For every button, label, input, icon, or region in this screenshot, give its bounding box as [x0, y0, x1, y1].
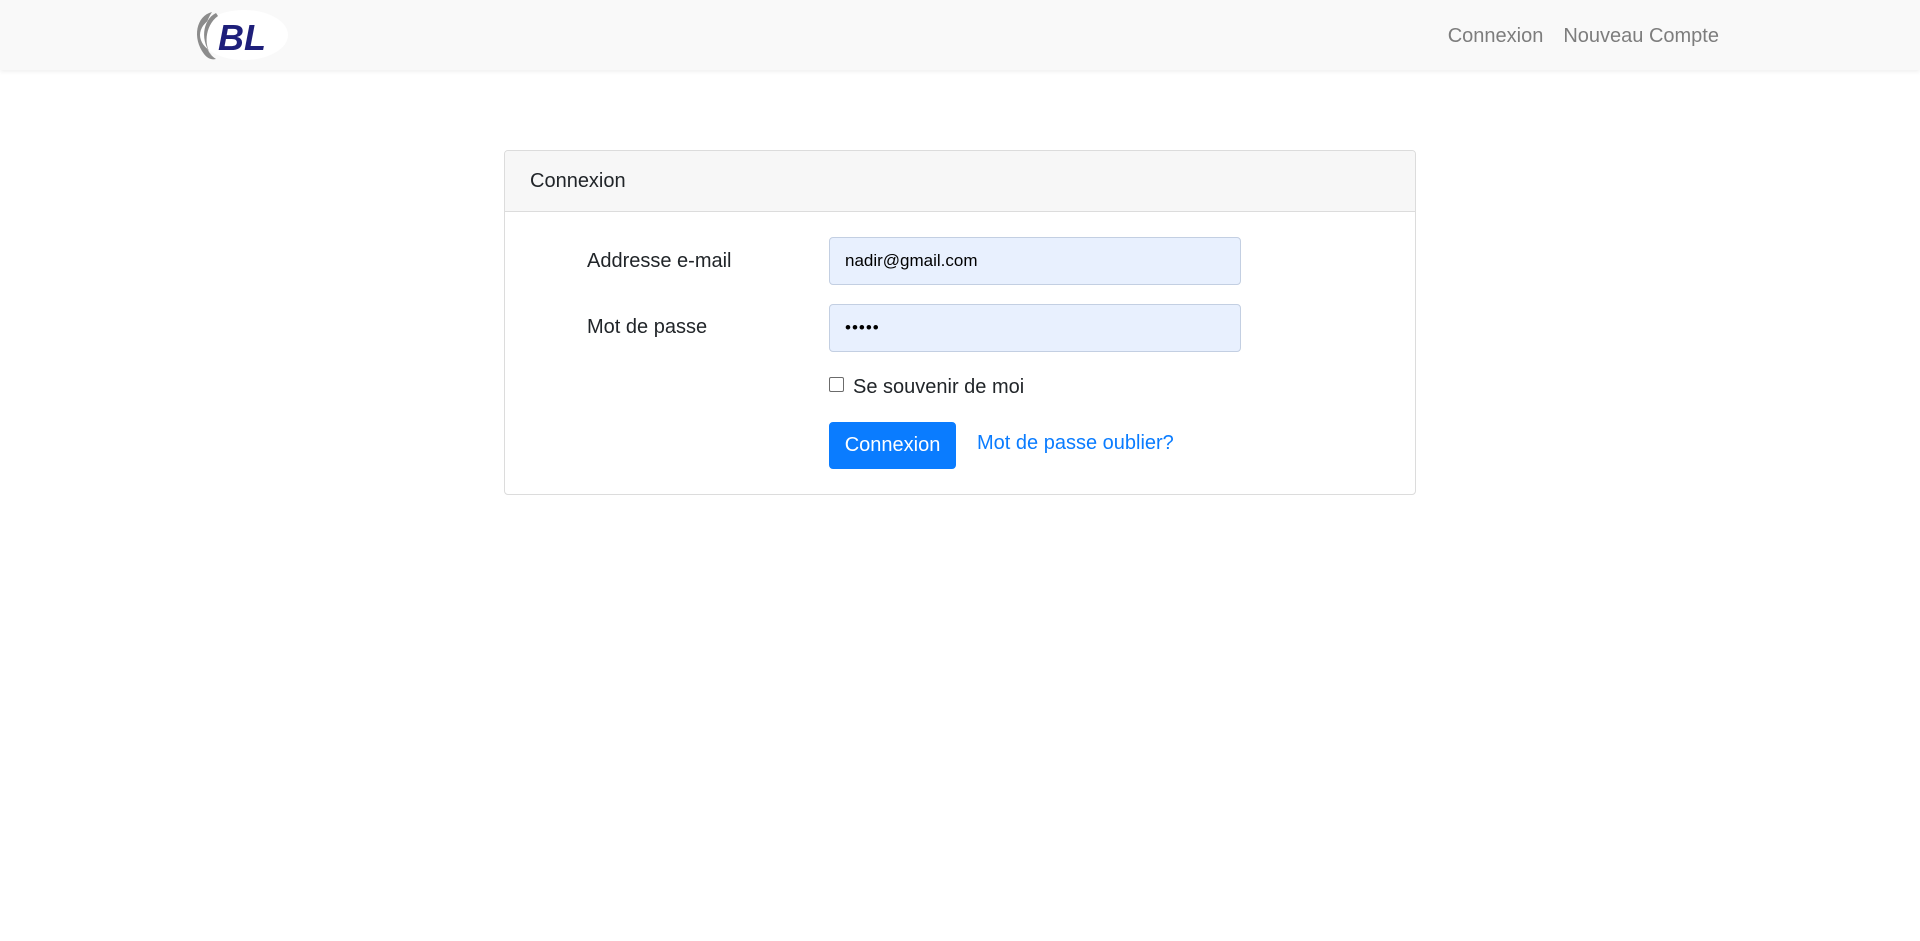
nav-links: Connexion Nouveau Compte	[1448, 22, 1719, 50]
login-card-header: Connexion	[505, 151, 1415, 212]
forgot-password-link[interactable]: Mot de passe oublier?	[977, 432, 1174, 455]
remember-me-row: Se souvenir de moi	[829, 373, 1024, 401]
remember-me-checkbox[interactable]	[829, 376, 844, 392]
bl-logo-icon: BL	[197, 10, 288, 60]
brand-logo-link[interactable]: BL	[192, 8, 292, 62]
nav-link-nouveau-compte[interactable]: Nouveau Compte	[1563, 22, 1719, 50]
password-label: Mot de passe	[587, 316, 708, 338]
email-input[interactable]	[829, 237, 1241, 285]
nav-link-connexion[interactable]: Connexion	[1448, 22, 1544, 50]
top-navbar: BL Connexion Nouveau Compte	[0, 0, 1920, 70]
password-input[interactable]	[829, 304, 1241, 352]
login-card: Connexion Addresse e-mail Mot de passe S…	[504, 150, 1416, 495]
remember-me-label[interactable]: Se souvenir de moi	[853, 376, 1024, 399]
logo-text: BL	[218, 17, 266, 58]
email-label: Addresse e-mail	[587, 250, 732, 272]
login-submit-button[interactable]: Connexion	[829, 422, 956, 469]
